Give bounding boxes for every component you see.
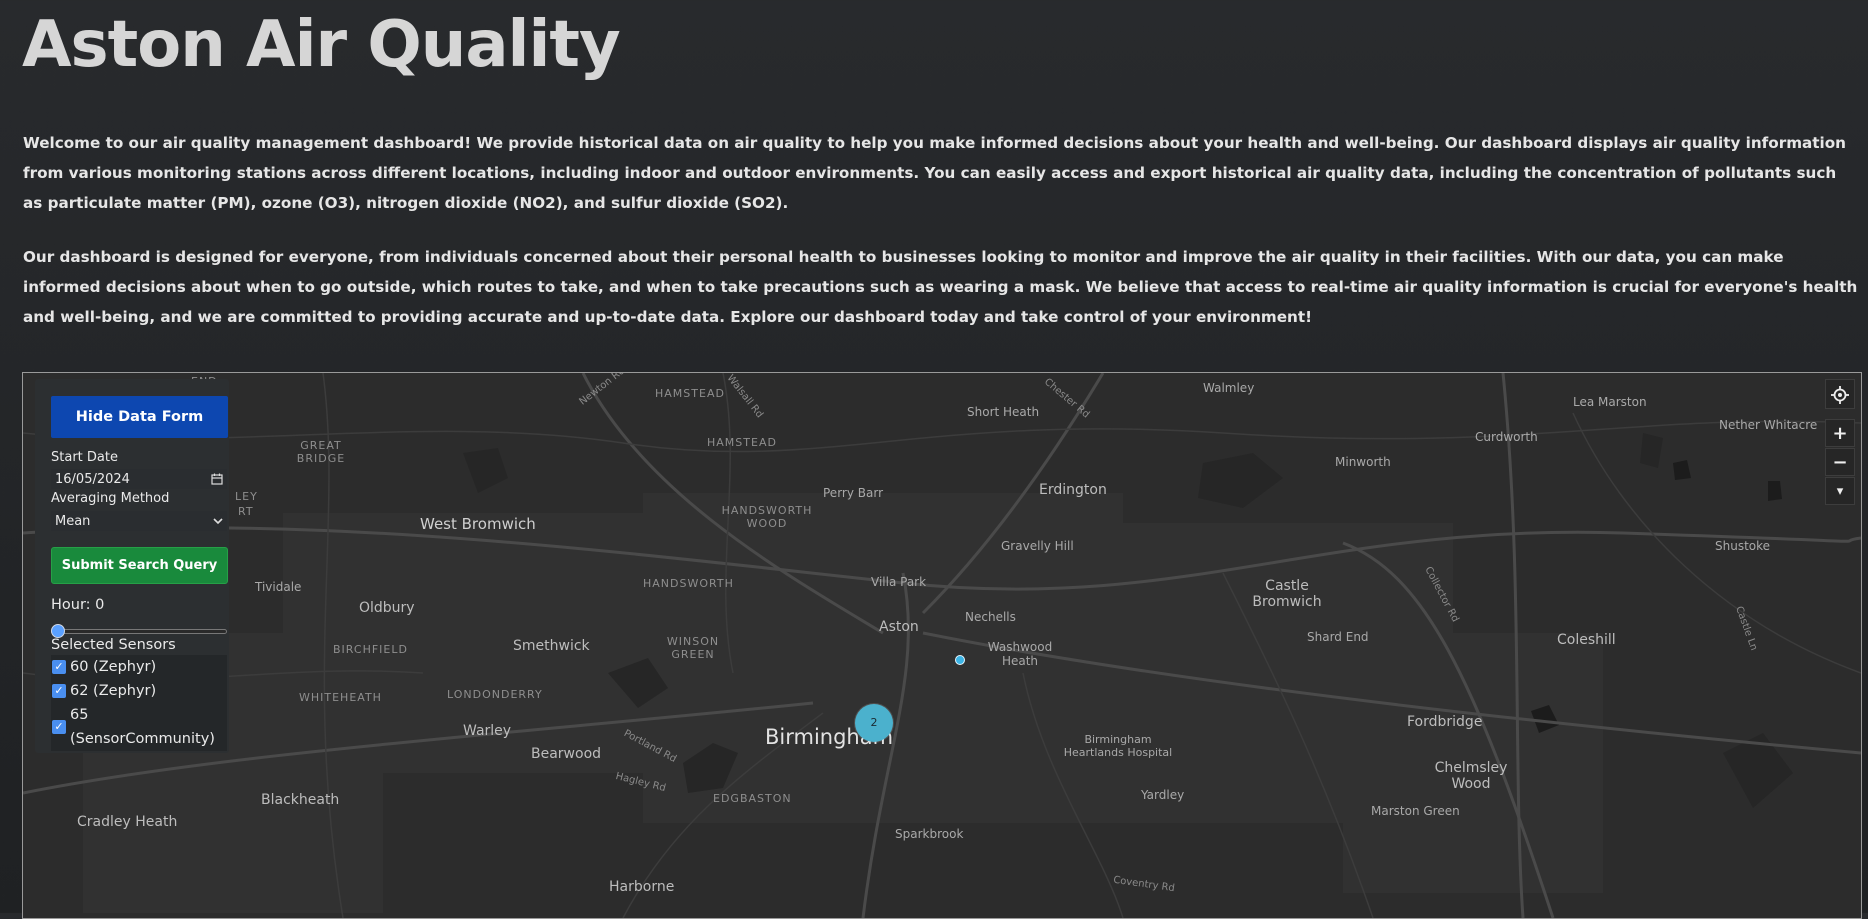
- place-label: Minworth: [1335, 455, 1391, 469]
- place-label: Cradley Heath: [77, 814, 178, 830]
- averaging-method-value: Mean: [55, 513, 91, 529]
- place-label: BIRCHFIELD: [333, 643, 408, 656]
- place-label: Birmingham Heartlands Hospital: [1063, 733, 1173, 759]
- place-label: HANDSWORTH: [643, 577, 734, 590]
- slider-track: [51, 629, 227, 634]
- place-label: Nether Whitacre: [1719, 418, 1818, 432]
- place-label: Smethwick: [513, 638, 590, 654]
- compass-button[interactable]: ▾: [1825, 477, 1855, 505]
- place-label: Tividale: [255, 580, 302, 594]
- place-label: Marston Green: [1371, 804, 1460, 818]
- air-quality-map[interactable]: END HAMSTEAD HAMSTEAD Short Heath Walmle…: [22, 372, 1862, 919]
- hour-label: Hour: 0: [51, 597, 105, 613]
- place-label: Shard End: [1307, 630, 1369, 644]
- place-label: Perry Barr: [823, 486, 884, 500]
- sensor-cluster-marker[interactable]: 2: [855, 704, 893, 742]
- place-label: Castle Bromwich: [1252, 578, 1322, 610]
- place-label: Villa Park: [871, 575, 927, 589]
- intro-paragraph: Welcome to our air quality management da…: [23, 134, 1846, 212]
- selected-sensors-label: Selected Sensors: [51, 637, 176, 653]
- averaging-method-label: Averaging Method: [51, 491, 170, 506]
- place-label: HANDSWORTH WOOD: [721, 504, 813, 530]
- place-label: Coleshill: [1557, 632, 1616, 648]
- sensor-label: 62 (Zephyr): [70, 683, 157, 699]
- place-label: EDGBASTON: [713, 792, 792, 805]
- place-label: Walmley: [1203, 381, 1255, 395]
- sensor-item[interactable]: ✓ 65 (SensorCommunity): [51, 703, 227, 751]
- averaging-method-select[interactable]: Mean: [51, 511, 227, 531]
- start-date-value: 16/05/2024: [55, 471, 130, 487]
- calendar-icon[interactable]: [211, 473, 223, 485]
- sensor-label: 65 (SensorCommunity): [70, 707, 215, 747]
- place-label: HAMSTEAD: [707, 436, 777, 449]
- place-label: Aston: [879, 619, 919, 635]
- place-label: WHITEHEATH: [299, 691, 382, 704]
- place-label: Yardley: [1141, 788, 1185, 802]
- place-label: Warley: [463, 723, 512, 739]
- place-label: Blackheath: [261, 792, 340, 808]
- checkbox-checked-icon[interactable]: ✓: [52, 660, 66, 674]
- start-date-input[interactable]: 16/05/2024: [51, 469, 227, 489]
- locate-button[interactable]: [1825, 379, 1855, 409]
- sensor-list: ✓ 60 (Zephyr) ✓ 62 (Zephyr) ✓ 65 (Sensor…: [51, 655, 227, 751]
- place-label: Oldbury: [359, 600, 415, 616]
- place-label: Sparkbrook: [895, 827, 964, 841]
- locate-icon: [1831, 386, 1849, 404]
- place-label: Shustoke: [1715, 539, 1771, 553]
- data-form-panel: Hide Data Form Start Date 16/05/2024 Ave…: [35, 379, 229, 753]
- sensor-marker[interactable]: [955, 655, 965, 665]
- place-label: Short Heath: [967, 405, 1040, 419]
- place-label: LONDONDERRY: [447, 688, 543, 701]
- place-label: LEY: [235, 490, 258, 503]
- place-label: WINSON GREEN: [666, 635, 720, 661]
- chevron-down-icon: [213, 518, 223, 525]
- zoom-in-button[interactable]: +: [1825, 419, 1855, 447]
- checkbox-checked-icon[interactable]: ✓: [52, 720, 66, 734]
- place-label: RT: [238, 505, 254, 518]
- sensor-item[interactable]: ✓ 60 (Zephyr): [51, 655, 227, 679]
- sensor-label: 60 (Zephyr): [70, 659, 157, 675]
- place-label: Chelmsley Wood: [1434, 760, 1508, 792]
- place-label: GREAT BRIDGE: [296, 439, 346, 465]
- place-label: Erdington: [1039, 482, 1107, 498]
- start-date-label: Start Date: [51, 450, 118, 465]
- place-label: Fordbridge: [1407, 714, 1483, 730]
- sensor-item[interactable]: ✓ 62 (Zephyr): [51, 679, 227, 703]
- submit-search-button[interactable]: Submit Search Query: [51, 547, 228, 584]
- place-label: HAMSTEAD: [655, 387, 725, 400]
- place-label: Bearwood: [531, 746, 602, 762]
- hide-data-form-button[interactable]: Hide Data Form: [51, 396, 228, 438]
- place-label: Gravelly Hill: [1001, 539, 1074, 553]
- place-label: Nechells: [965, 610, 1016, 624]
- checkbox-checked-icon[interactable]: ✓: [52, 684, 66, 698]
- zoom-out-button[interactable]: −: [1825, 448, 1855, 476]
- place-label: Lea Marston: [1573, 395, 1647, 409]
- place-label: Harborne: [609, 879, 675, 895]
- place-label: West Bromwich: [420, 515, 536, 533]
- slider-thumb[interactable]: [51, 624, 65, 638]
- place-label: Washwood Heath: [987, 640, 1053, 668]
- page-title: Aston Air Quality: [22, 8, 621, 82]
- place-label: Curdworth: [1475, 430, 1538, 444]
- intro-paragraph: Our dashboard is designed for everyone, …: [23, 248, 1858, 326]
